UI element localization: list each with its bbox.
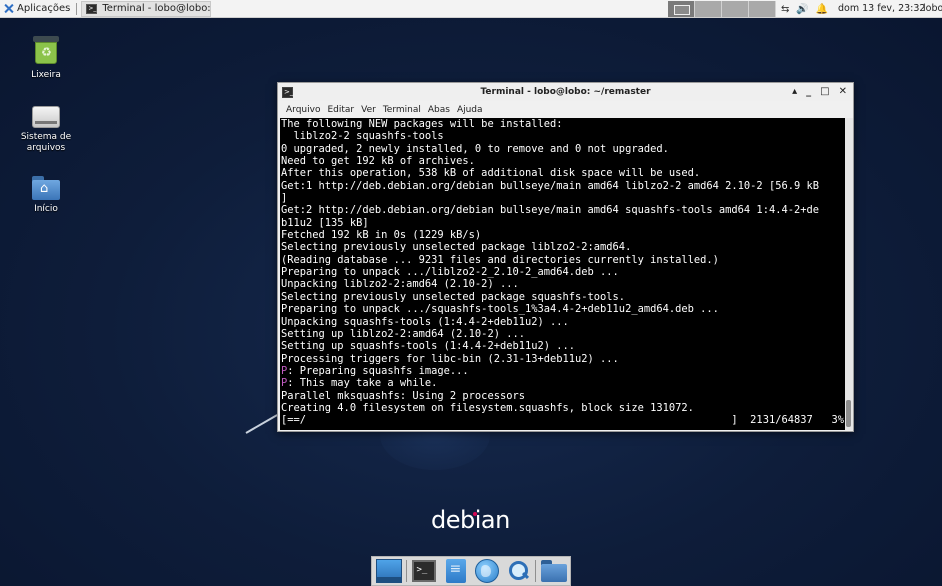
workspace-switcher [668,1,776,17]
xfce-logo-icon [3,3,14,14]
network-icon[interactable]: ⇆ [781,4,789,15]
taskbar-terminal-label: Terminal - lobo@lobo: ~... [102,3,211,14]
debian-logo-dot [473,512,477,516]
terminal-progress-line: [==/ ] 2131/64837 3% [281,414,845,427]
notifications-bell-icon[interactable]: 🔔 [816,4,828,15]
desktop-icon-home[interactable]: Início [11,174,81,215]
workspace-3[interactable] [722,1,749,17]
terminal-menu-bar: Arquivo Editar Ver Terminal Abas Ajuda [278,101,853,118]
menu-editar[interactable]: Editar [325,105,359,115]
workspace-4[interactable] [749,1,776,17]
dock-separator [535,560,537,582]
trash-icon [33,36,59,66]
terminal-line: Need to get 192 kB of archives. [281,155,475,168]
terminal-title: Terminal - lobo@lobo: ~/remaster [480,87,651,97]
status-text: : Preparing squashfs image... [287,364,469,377]
terminal-line: ] [281,192,288,205]
terminal-line: Selecting previously unselected package … [281,241,632,254]
menu-ajuda[interactable]: Ajuda [455,105,488,115]
file-manager-icon [445,559,466,583]
terminal-line: Preparing to unpack .../liblzo2-2_2.10-2… [281,266,619,279]
applications-menu-button[interactable]: Aplicações [0,0,74,18]
home-folder-icon [32,176,60,200]
desktop-icon-label: Sistema de arquivos [20,132,72,153]
terminal-line: Creating 4.0 filesystem on filesystem.sq… [281,401,694,414]
top-panel: Aplicações >_ Terminal - lobo@lobo: ~...… [0,0,942,18]
terminal-line: b11u2 [135 kB] [281,216,369,229]
panel-separator [76,2,78,15]
terminal-line: The following NEW packages will be insta… [281,118,563,130]
terminal-icon: >_ [412,560,437,582]
terminal-scrollbar[interactable] [845,118,853,430]
menu-arquivo[interactable]: Arquivo [284,105,325,115]
terminal-line: Get:2 http://deb.debian.org/debian bulls… [281,204,819,217]
dock-separator [406,560,407,582]
terminal-status-line: P: This may take a while. [281,377,845,389]
workspace-1[interactable] [668,1,695,17]
terminal-line: Setting up squashfs-tools (1:4.4-2+deb11… [281,340,576,353]
web-browser-icon [474,559,499,583]
terminal-title-bar[interactable]: >_ Terminal - lobo@lobo: ~/remaster ▴ _ … [278,83,853,101]
window-controls: ▴ _ □ ✕ [792,83,847,101]
menu-terminal[interactable]: Terminal [381,105,426,115]
menu-abas[interactable]: Abas [426,105,455,115]
show-desktop-button[interactable] [375,558,402,584]
terminal-line: Unpacking squashfs-tools (1:4.4-2+deb11u… [281,315,569,328]
terminal-line: Preparing to unpack .../squashfs-tools_1… [281,303,719,316]
terminal-icon: >_ [86,3,98,14]
terminal-line: Fetched 192 kB in 0s (1229 kB/s) [281,229,482,242]
volume-icon[interactable]: 🔊 [796,4,808,15]
folder-icon [540,560,567,582]
panel-user[interactable]: lobo [923,0,942,18]
terminal-line: Processing triggers for libc-bin (2.31-1… [281,352,619,365]
terminal-launcher[interactable]: >_ [411,558,438,584]
terminal-line: (Reading database ... 9231 files and dir… [281,253,719,266]
status-text: : This may take a while. [287,377,438,390]
desktop-icon-label: Lixeira [31,70,61,80]
shade-up-icon[interactable]: ▴ [792,83,797,101]
drive-icon [32,106,60,128]
terminal-line: After this operation, 538 kB of addition… [281,167,701,180]
maximize-button[interactable]: □ [820,83,829,101]
debian-logo: debian [431,506,510,534]
web-browser-launcher[interactable] [473,558,500,584]
app-finder-launcher[interactable] [504,558,531,584]
terminal-output[interactable]: The following NEW packages will be insta… [280,118,845,430]
folder-launcher[interactable] [540,558,567,584]
taskbar-terminal-button[interactable]: >_ Terminal - lobo@lobo: ~... [81,0,212,17]
close-button[interactable]: ✕ [839,83,847,101]
terminal-icon: >_ [282,86,294,98]
file-manager-launcher[interactable] [442,558,469,584]
desktop-icon-filesystem[interactable]: Sistema de arquivos [11,102,81,154]
applications-menu-label: Aplicações [17,3,71,14]
show-desktop-icon [375,559,402,583]
terminal-window: >_ Terminal - lobo@lobo: ~/remaster ▴ _ … [277,82,854,432]
terminal-status-line: P: Preparing squashfs image... [281,365,845,377]
workspace-2[interactable] [695,1,722,17]
terminal-line: Get:1 http://deb.debian.org/debian bulls… [281,179,819,192]
desktop-icon-trash[interactable]: Lixeira [11,36,81,81]
desktop-icon-label: Início [34,204,58,214]
terminal-line: Setting up liblzo2-2:amd64 (2.10-2) ... [281,327,525,340]
app-finder-icon [507,560,529,582]
bottom-dock: >_ [371,556,571,586]
terminal-line: Selecting previously unselected package … [281,290,626,303]
menu-ver[interactable]: Ver [359,105,381,115]
panel-clock[interactable]: dom 13 fev, 23:32 [838,0,925,18]
terminal-line: Unpacking liblzo2-2:amd64 (2.10-2) ... [281,278,519,291]
terminal-line: Parallel mksquashfs: Using 2 processors [281,389,525,402]
scrollbar-thumb[interactable] [846,400,851,427]
terminal-line: 0 upgraded, 2 newly installed, 0 to remo… [281,142,669,155]
system-tray: ⇆ 🔊 🔔 [781,0,828,18]
minimize-button[interactable]: _ [806,83,811,101]
terminal-line: liblzo2-2 squashfs-tools [281,130,444,143]
